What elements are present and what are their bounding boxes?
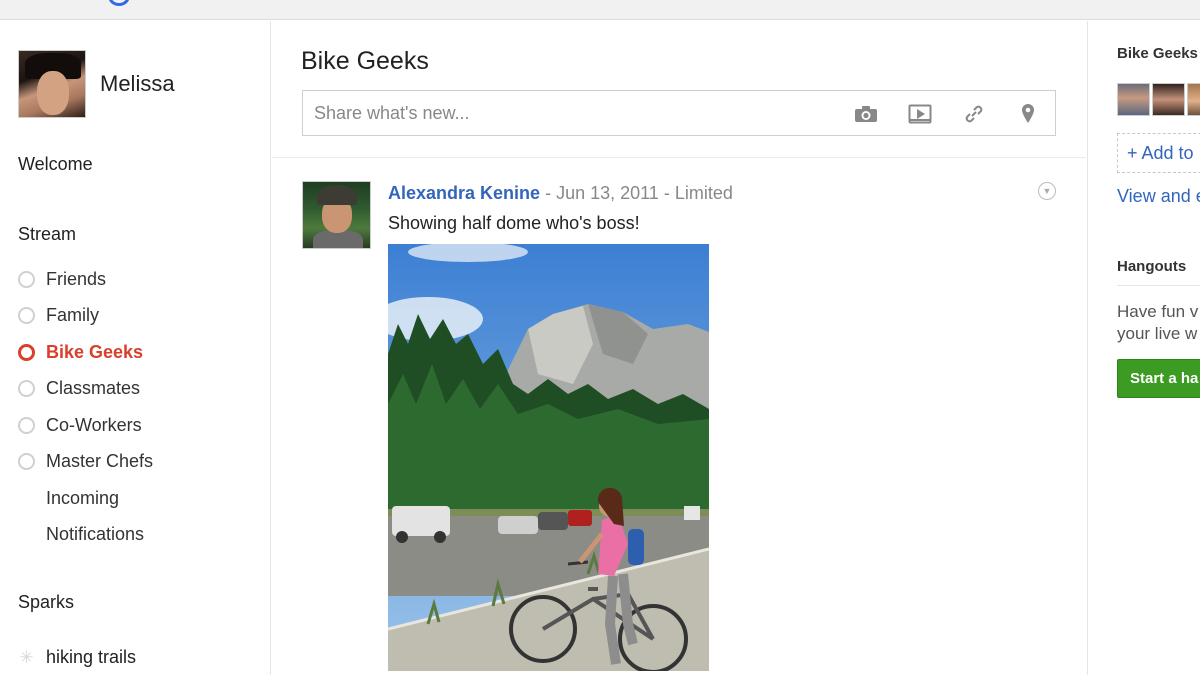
sidebar-item-label: Master Chefs xyxy=(46,451,154,472)
circle-ring-icon xyxy=(18,416,35,434)
sidebar-item-label: Bike Geeks xyxy=(46,341,144,362)
spark-item-hiking-trails[interactable]: ✳ hiking trails xyxy=(18,647,136,668)
share-input[interactable] xyxy=(314,102,854,124)
avatar[interactable] xyxy=(1152,83,1185,116)
divider xyxy=(272,157,1086,158)
profile-name[interactable]: Melissa xyxy=(100,71,175,97)
avatar[interactable] xyxy=(1117,83,1150,116)
location-icon[interactable] xyxy=(1015,103,1041,125)
divider xyxy=(1117,285,1200,286)
hangouts-description-line: your live w xyxy=(1117,324,1198,343)
circle-ring-icon xyxy=(18,380,35,398)
post-author[interactable]: Alexandra Kenine xyxy=(388,183,540,203)
main-stream: Bike Geeks Alexandra Kenine - Jun 13, 20… xyxy=(272,21,1086,675)
link-icon[interactable] xyxy=(961,103,987,125)
page-title: Bike Geeks xyxy=(301,47,429,75)
sidebar-item-notifications[interactable]: Notifications xyxy=(18,517,153,554)
hangouts-title: Hangouts xyxy=(1117,258,1187,275)
google-logo-fragment[interactable] xyxy=(108,0,130,6)
sidebar-item-friends[interactable]: Friends xyxy=(18,261,153,298)
circle-members-title: Bike Geeks xyxy=(1117,45,1198,62)
post-photo[interactable] xyxy=(388,244,709,671)
nav-stream[interactable]: Stream xyxy=(18,224,76,245)
sidebar-item-label: Friends xyxy=(46,268,107,289)
share-tools xyxy=(853,103,1041,125)
circle-ring-icon xyxy=(18,453,35,471)
post-author-avatar[interactable] xyxy=(302,181,371,249)
nav-sparks[interactable]: Sparks xyxy=(18,592,74,613)
post-visibility[interactable]: Limited xyxy=(675,183,733,203)
sidebar-item-label: Family xyxy=(46,305,99,326)
circle-ring-icon xyxy=(18,343,35,361)
right-sidebar: Bike Geeks + Add to View and e Hangouts … xyxy=(1087,21,1200,675)
sidebar-item-classmates[interactable]: Classmates xyxy=(18,371,153,408)
sidebar-item-master-chefs[interactable]: Master Chefs xyxy=(18,444,153,481)
avatar[interactable] xyxy=(18,50,86,118)
sidebar-item-label: Co-Workers xyxy=(46,414,142,435)
view-and-edit-link[interactable]: View and e xyxy=(1117,186,1200,207)
spark-item-label: hiking trails xyxy=(46,647,137,667)
post-header: Alexandra Kenine - Jun 13, 2011 - Limite… xyxy=(388,183,733,204)
post-separator: - xyxy=(540,183,557,203)
top-bar xyxy=(0,0,1200,20)
sidebar-item-label: Classmates xyxy=(46,378,141,399)
circle-list: Friends Family Bike Geeks Classmates Co-… xyxy=(18,261,153,553)
sidebar-item-incoming[interactable]: Incoming xyxy=(18,480,153,517)
sidebar-item-label: Incoming xyxy=(46,487,120,508)
video-icon[interactable] xyxy=(907,103,933,125)
circle-ring-icon xyxy=(18,270,35,288)
share-box[interactable] xyxy=(302,90,1056,136)
camera-icon[interactable] xyxy=(853,103,879,125)
sidebar-item-co-workers[interactable]: Co-Workers xyxy=(18,407,153,444)
sidebar-item-label: Notifications xyxy=(46,524,145,545)
post-date[interactable]: Jun 13, 2011 xyxy=(556,183,659,203)
circle-members xyxy=(1117,83,1200,116)
sidebar-item-family[interactable]: Family xyxy=(18,298,153,335)
left-sidebar: Melissa Welcome Stream Friends Family Bi… xyxy=(0,21,271,675)
sparkle-icon: ✳ xyxy=(19,648,34,667)
post-separator: - xyxy=(658,183,675,203)
hangouts-description: Have fun v your live w xyxy=(1117,301,1198,345)
nav-welcome[interactable]: Welcome xyxy=(18,154,93,175)
profile[interactable]: Melissa xyxy=(18,50,175,118)
post-text: Showing half dome who's boss! xyxy=(388,213,640,233)
circle-ring-icon xyxy=(18,307,35,325)
hangouts-description-line: Have fun v xyxy=(1117,302,1199,321)
add-to-circle-button[interactable]: + Add to xyxy=(1117,133,1200,173)
start-hangout-button[interactable]: Start a ha xyxy=(1117,359,1200,398)
sidebar-item-bike-geeks[interactable]: Bike Geeks xyxy=(18,334,153,371)
avatar[interactable] xyxy=(1187,83,1200,116)
post-menu-chevron-icon[interactable]: ▼ xyxy=(1038,182,1056,200)
